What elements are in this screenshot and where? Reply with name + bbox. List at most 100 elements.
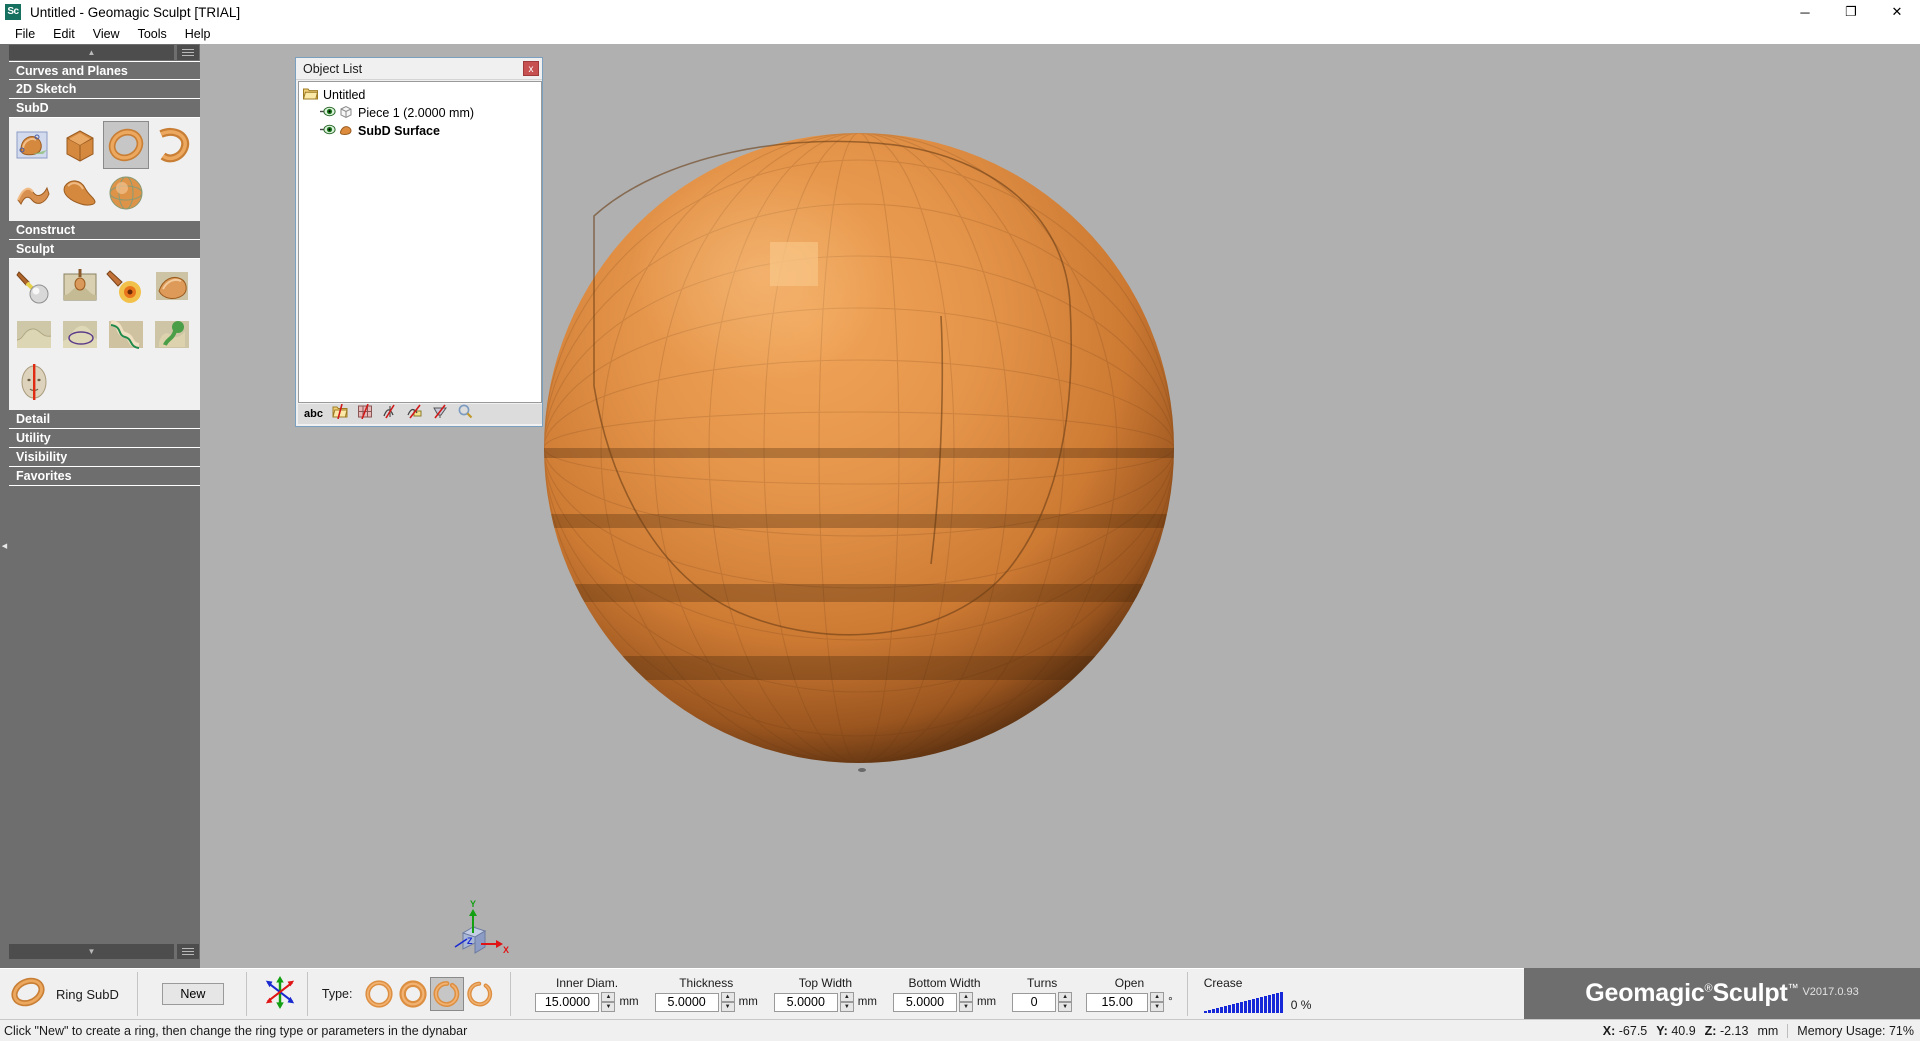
stepper-up[interactable]: ▲ (720, 992, 735, 1002)
inner-diameter-stepper[interactable]: ▲ ▼ (601, 992, 616, 1012)
status-bar: Click "New" to create a ring, then chang… (0, 1019, 1920, 1041)
minimize-button[interactable]: ─ (1782, 0, 1828, 24)
field-caption: Inner Diam. (556, 976, 619, 990)
tool-paint[interactable] (149, 262, 195, 310)
stepper-down[interactable]: ▼ (720, 1002, 735, 1012)
section-visibility[interactable]: Visibility (9, 448, 200, 467)
tree-item-piece-1[interactable]: Piece 1 (2.0000 mm) (303, 104, 541, 122)
object-list-close-button[interactable]: x (523, 61, 539, 76)
stepper-up[interactable]: ▲ (1058, 992, 1073, 1002)
type-full-ring-thin[interactable] (362, 977, 396, 1011)
stepper-down[interactable]: ▼ (1058, 1002, 1073, 1012)
type-open-ring-narrow[interactable] (464, 977, 498, 1011)
tool-smudge[interactable] (103, 262, 149, 310)
visibility-eye-icon[interactable] (319, 124, 336, 138)
visibility-eye-icon[interactable] (319, 106, 336, 120)
type-full-ring-thick[interactable] (396, 977, 430, 1011)
window-controls: ─ ❐ ✕ (1782, 0, 1920, 24)
bottom-width-input[interactable]: 5.0000 (892, 992, 957, 1012)
trademark-mark: ™ (1787, 982, 1799, 995)
abc-label[interactable]: abc (304, 408, 323, 420)
stepper-up[interactable]: ▲ (601, 992, 616, 1002)
move-gizmo-icon[interactable] (263, 975, 297, 1014)
axis-gizmo[interactable]: Z Y X (445, 899, 515, 968)
tool-clay[interactable] (11, 262, 57, 310)
thickness-stepper[interactable]: ▲ ▼ (720, 992, 735, 1012)
scroll-down-box[interactable]: ▼ (9, 944, 174, 959)
object-list-titlebar[interactable]: Object List x (296, 58, 542, 80)
status-hint: Click "New" to create a ring, then chang… (4, 1023, 468, 1038)
turns-stepper[interactable]: ▲ ▼ (1058, 992, 1073, 1012)
top-width-stepper[interactable]: ▲ ▼ (839, 992, 854, 1012)
3d-viewport[interactable]: Object List x Untitled Piece 1 (2.0000 m… (200, 44, 1920, 968)
section-favorites[interactable]: Favorites (9, 467, 200, 486)
new-button[interactable]: New (161, 983, 224, 1005)
section-utility[interactable]: Utility (9, 429, 200, 448)
brand-name: Geomagic®Sculpt™ (1585, 979, 1798, 1008)
hide-folders-icon[interactable] (332, 403, 348, 424)
tool-tug[interactable] (57, 310, 103, 358)
tool-box-subd[interactable] (57, 121, 103, 169)
menu-file[interactable]: File (6, 25, 44, 43)
object-list-tree[interactable]: Untitled Piece 1 (2.0000 mm) SubD Surfac… (298, 81, 542, 403)
tool-smooth[interactable] (11, 310, 57, 358)
open-angle-stepper[interactable]: ▲ ▼ (1150, 992, 1165, 1012)
tool-sheet-subd[interactable] (11, 169, 57, 217)
hide-planes-icon[interactable] (407, 404, 423, 424)
tree-item-untitled[interactable]: Untitled (302, 86, 541, 104)
scroll-up-box[interactable]: ▲ (9, 45, 174, 60)
stepper-down[interactable]: ▼ (958, 1002, 973, 1012)
stepper-up[interactable]: ▲ (958, 992, 973, 1002)
turns-input[interactable]: 0 (1012, 992, 1057, 1012)
menu-help[interactable]: Help (176, 25, 220, 43)
panel-grip-bottom[interactable] (177, 944, 199, 959)
section-sculpt[interactable]: Sculpt (9, 240, 200, 259)
menu-tools[interactable]: Tools (129, 25, 176, 43)
close-button[interactable]: ✕ (1874, 0, 1920, 24)
tool-band-subd[interactable] (149, 121, 195, 169)
panel-grip-top[interactable] (177, 45, 199, 60)
section-curves-and-planes[interactable]: Curves and Planes (9, 61, 200, 80)
bottom-width-stepper[interactable]: ▲ ▼ (958, 992, 973, 1012)
stepper-up[interactable]: ▲ (1150, 992, 1165, 1002)
tool-emboss[interactable] (57, 262, 103, 310)
stepper-down[interactable]: ▼ (601, 1002, 616, 1012)
tree-item-subd-surface[interactable]: SubD Surface (303, 122, 541, 140)
panel-scroll-down[interactable]: ▼ (9, 943, 200, 960)
tool-deform[interactable] (149, 310, 195, 358)
tool-sweep[interactable] (103, 310, 149, 358)
crease-slider[interactable] (1203, 991, 1283, 1013)
object-list-window[interactable]: Object List x Untitled Piece 1 (2.0000 m… (295, 57, 543, 427)
crease-control[interactable]: Crease 0 % (1203, 976, 1311, 1013)
type-open-ring-wide[interactable] (430, 977, 465, 1011)
section-detail[interactable]: Detail (9, 410, 200, 429)
panel-collapse-toggle[interactable]: ◀ (0, 537, 9, 555)
section-construct[interactable]: Construct (9, 221, 200, 240)
zoom-to-fit-icon[interactable] (457, 404, 473, 424)
brand-version: V2017.0.93 (1802, 986, 1859, 998)
maximize-button[interactable]: ❐ (1828, 0, 1874, 24)
menu-edit[interactable]: Edit (44, 25, 84, 43)
tool-sphere-subd[interactable] (103, 169, 149, 217)
tool-teardrop-subd[interactable] (57, 169, 103, 217)
open-angle-input[interactable]: 15.00 (1086, 992, 1149, 1012)
type-label: Type: (321, 987, 353, 1001)
menu-view[interactable]: View (84, 25, 129, 43)
top-width-input[interactable]: 5.0000 (773, 992, 838, 1012)
thickness-input[interactable]: 5.0000 (654, 992, 719, 1012)
brand-bar: Geomagic®Sculpt™ V2017.0.93 (1524, 968, 1920, 1019)
panel-scroll-up[interactable]: ▲ (9, 44, 200, 61)
tool-symmetry[interactable] (11, 358, 57, 406)
tool-tube-subd[interactable] (11, 121, 57, 169)
hide-grid-icon[interactable] (357, 403, 373, 424)
stepper-up[interactable]: ▲ (839, 992, 854, 1002)
stepper-down[interactable]: ▼ (839, 1002, 854, 1012)
hide-curves-icon[interactable] (382, 404, 398, 424)
section-subd[interactable]: SubD (9, 99, 200, 118)
inner-diameter-input[interactable]: 15.0000 (535, 992, 600, 1012)
tool-ring-subd[interactable] (103, 121, 149, 169)
active-tool-name: Ring SubD (56, 986, 119, 1002)
section-2d-sketch[interactable]: 2D Sketch (9, 80, 200, 99)
hide-sketch-icon[interactable] (432, 404, 448, 424)
stepper-down[interactable]: ▼ (1150, 1002, 1165, 1012)
